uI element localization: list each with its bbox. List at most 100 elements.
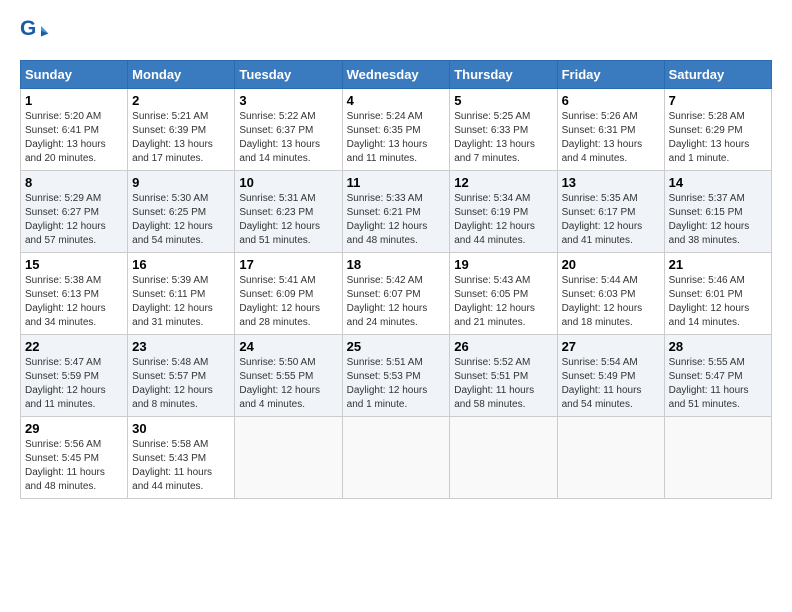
day-info: Sunrise: 5:20 AM Sunset: 6:41 PM Dayligh…	[25, 110, 123, 166]
calendar-cell	[557, 417, 664, 499]
calendar-cell: 24 Sunrise: 5:50 AM Sunset: 5:55 PM Dayli…	[235, 335, 342, 417]
day-number: 15	[25, 257, 123, 272]
calendar-week-row: 15 Sunrise: 5:38 AM Sunset: 6:13 PM Dayli…	[21, 253, 772, 335]
calendar-week-row: 8 Sunrise: 5:29 AM Sunset: 6:27 PM Daylig…	[21, 171, 772, 253]
day-number: 14	[669, 175, 767, 190]
day-info: Sunrise: 5:29 AM Sunset: 6:27 PM Dayligh…	[25, 192, 123, 248]
day-info: Sunrise: 5:39 AM Sunset: 6:11 PM Dayligh…	[132, 274, 230, 330]
calendar-cell: 15 Sunrise: 5:38 AM Sunset: 6:13 PM Dayli…	[21, 253, 128, 335]
calendar-cell: 23 Sunrise: 5:48 AM Sunset: 5:57 PM Dayli…	[128, 335, 235, 417]
svg-text:G: G	[20, 20, 36, 40]
calendar-cell: 4 Sunrise: 5:24 AM Sunset: 6:35 PM Daylig…	[342, 89, 450, 171]
day-number: 22	[25, 339, 123, 354]
day-info: Sunrise: 5:30 AM Sunset: 6:25 PM Dayligh…	[132, 192, 230, 248]
day-info: Sunrise: 5:28 AM Sunset: 6:29 PM Dayligh…	[669, 110, 767, 166]
calendar-cell: 28 Sunrise: 5:55 AM Sunset: 5:47 PM Dayli…	[664, 335, 771, 417]
day-info: Sunrise: 5:47 AM Sunset: 5:59 PM Dayligh…	[25, 356, 123, 412]
day-info: Sunrise: 5:25 AM Sunset: 6:33 PM Dayligh…	[454, 110, 552, 166]
day-info: Sunrise: 5:37 AM Sunset: 6:15 PM Dayligh…	[669, 192, 767, 248]
calendar-cell	[450, 417, 557, 499]
day-info: Sunrise: 5:26 AM Sunset: 6:31 PM Dayligh…	[562, 110, 660, 166]
day-number: 16	[132, 257, 230, 272]
day-info: Sunrise: 5:34 AM Sunset: 6:19 PM Dayligh…	[454, 192, 552, 248]
day-number: 19	[454, 257, 552, 272]
day-number: 28	[669, 339, 767, 354]
calendar-cell: 30 Sunrise: 5:58 AM Sunset: 5:43 PM Dayli…	[128, 417, 235, 499]
calendar-cell: 27 Sunrise: 5:54 AM Sunset: 5:49 PM Dayli…	[557, 335, 664, 417]
calendar-cell: 19Sunrise: 5:43 AM Sunset: 6:05 PM Dayli…	[450, 253, 557, 335]
day-number: 27	[562, 339, 660, 354]
day-number: 3	[239, 93, 337, 108]
weekday-header-monday: Monday	[128, 61, 235, 89]
day-number: 1	[25, 93, 123, 108]
day-number: 17	[239, 257, 337, 272]
calendar-cell: 7 Sunrise: 5:28 AM Sunset: 6:29 PM Daylig…	[664, 89, 771, 171]
calendar-cell: 5 Sunrise: 5:25 AM Sunset: 6:33 PM Daylig…	[450, 89, 557, 171]
day-info: Sunrise: 5:24 AM Sunset: 6:35 PM Dayligh…	[347, 110, 446, 166]
day-number: 21	[669, 257, 767, 272]
calendar-cell: 14 Sunrise: 5:37 AM Sunset: 6:15 PM Dayli…	[664, 171, 771, 253]
day-info: Sunrise: 5:50 AM Sunset: 5:55 PM Dayligh…	[239, 356, 337, 412]
day-number: 29	[25, 421, 123, 436]
day-info: Sunrise: 5:42 AM Sunset: 6:07 PM Dayligh…	[347, 274, 446, 330]
calendar-cell: 11 Sunrise: 5:33 AM Sunset: 6:21 PM Dayli…	[342, 171, 450, 253]
day-info: Sunrise: 5:54 AM Sunset: 5:49 PM Dayligh…	[562, 356, 660, 412]
weekday-header-sunday: Sunday	[21, 61, 128, 89]
calendar-cell: 18 Sunrise: 5:42 AM Sunset: 6:07 PM Dayli…	[342, 253, 450, 335]
calendar-header-row: SundayMondayTuesdayWednesdayThursdayFrid…	[21, 61, 772, 89]
calendar-cell: 13Sunrise: 5:35 AM Sunset: 6:17 PM Dayli…	[557, 171, 664, 253]
day-info: Sunrise: 5:33 AM Sunset: 6:21 PM Dayligh…	[347, 192, 446, 248]
calendar-week-row: 29 Sunrise: 5:56 AM Sunset: 5:45 PM Dayli…	[21, 417, 772, 499]
weekday-header-friday: Friday	[557, 61, 664, 89]
day-info: Sunrise: 5:35 AM Sunset: 6:17 PM Dayligh…	[562, 192, 660, 248]
day-number: 18	[347, 257, 446, 272]
calendar-cell: 6 Sunrise: 5:26 AM Sunset: 6:31 PM Daylig…	[557, 89, 664, 171]
calendar-cell: 17 Sunrise: 5:41 AM Sunset: 6:09 PM Dayli…	[235, 253, 342, 335]
page-header: G	[20, 20, 772, 50]
day-number: 6	[562, 93, 660, 108]
day-info: Sunrise: 5:31 AM Sunset: 6:23 PM Dayligh…	[239, 192, 337, 248]
calendar-cell: 21Sunrise: 5:46 AM Sunset: 6:01 PM Dayli…	[664, 253, 771, 335]
day-info: Sunrise: 5:21 AM Sunset: 6:39 PM Dayligh…	[132, 110, 230, 166]
day-number: 8	[25, 175, 123, 190]
day-info: Sunrise: 5:44 AM Sunset: 6:03 PM Dayligh…	[562, 274, 660, 330]
day-number: 12	[454, 175, 552, 190]
logo: G	[20, 20, 54, 50]
day-number: 4	[347, 93, 446, 108]
day-number: 7	[669, 93, 767, 108]
weekday-header-tuesday: Tuesday	[235, 61, 342, 89]
day-number: 10	[239, 175, 337, 190]
day-number: 20	[562, 257, 660, 272]
calendar-cell: 29 Sunrise: 5:56 AM Sunset: 5:45 PM Dayli…	[21, 417, 128, 499]
day-info: Sunrise: 5:56 AM Sunset: 5:45 PM Dayligh…	[25, 438, 123, 494]
day-number: 24	[239, 339, 337, 354]
calendar-cell: 8 Sunrise: 5:29 AM Sunset: 6:27 PM Daylig…	[21, 171, 128, 253]
calendar-cell: 12 Sunrise: 5:34 AM Sunset: 6:19 PM Dayli…	[450, 171, 557, 253]
day-info: Sunrise: 5:51 AM Sunset: 5:53 PM Dayligh…	[347, 356, 446, 412]
day-info: Sunrise: 5:52 AM Sunset: 5:51 PM Dayligh…	[454, 356, 552, 412]
calendar-cell: 16 Sunrise: 5:39 AM Sunset: 6:11 PM Dayli…	[128, 253, 235, 335]
calendar-week-row: 22 Sunrise: 5:47 AM Sunset: 5:59 PM Dayli…	[21, 335, 772, 417]
day-number: 5	[454, 93, 552, 108]
day-number: 26	[454, 339, 552, 354]
weekday-header-saturday: Saturday	[664, 61, 771, 89]
calendar-cell: 25 Sunrise: 5:51 AM Sunset: 5:53 PM Dayli…	[342, 335, 450, 417]
calendar-cell	[342, 417, 450, 499]
day-info: Sunrise: 5:22 AM Sunset: 6:37 PM Dayligh…	[239, 110, 337, 166]
logo-icon: G	[20, 20, 50, 50]
day-number: 2	[132, 93, 230, 108]
calendar-cell	[235, 417, 342, 499]
day-info: Sunrise: 5:58 AM Sunset: 5:43 PM Dayligh…	[132, 438, 230, 494]
calendar-cell: 26 Sunrise: 5:52 AM Sunset: 5:51 PM Dayli…	[450, 335, 557, 417]
day-info: Sunrise: 5:38 AM Sunset: 6:13 PM Dayligh…	[25, 274, 123, 330]
day-number: 23	[132, 339, 230, 354]
day-info: Sunrise: 5:48 AM Sunset: 5:57 PM Dayligh…	[132, 356, 230, 412]
day-info: Sunrise: 5:55 AM Sunset: 5:47 PM Dayligh…	[669, 356, 767, 412]
day-number: 11	[347, 175, 446, 190]
calendar-cell: 20 Sunrise: 5:44 AM Sunset: 6:03 PM Dayli…	[557, 253, 664, 335]
day-info: Sunrise: 5:41 AM Sunset: 6:09 PM Dayligh…	[239, 274, 337, 330]
weekday-header-wednesday: Wednesday	[342, 61, 450, 89]
calendar-cell: 10 Sunrise: 5:31 AM Sunset: 6:23 PM Dayli…	[235, 171, 342, 253]
day-number: 25	[347, 339, 446, 354]
day-number: 30	[132, 421, 230, 436]
